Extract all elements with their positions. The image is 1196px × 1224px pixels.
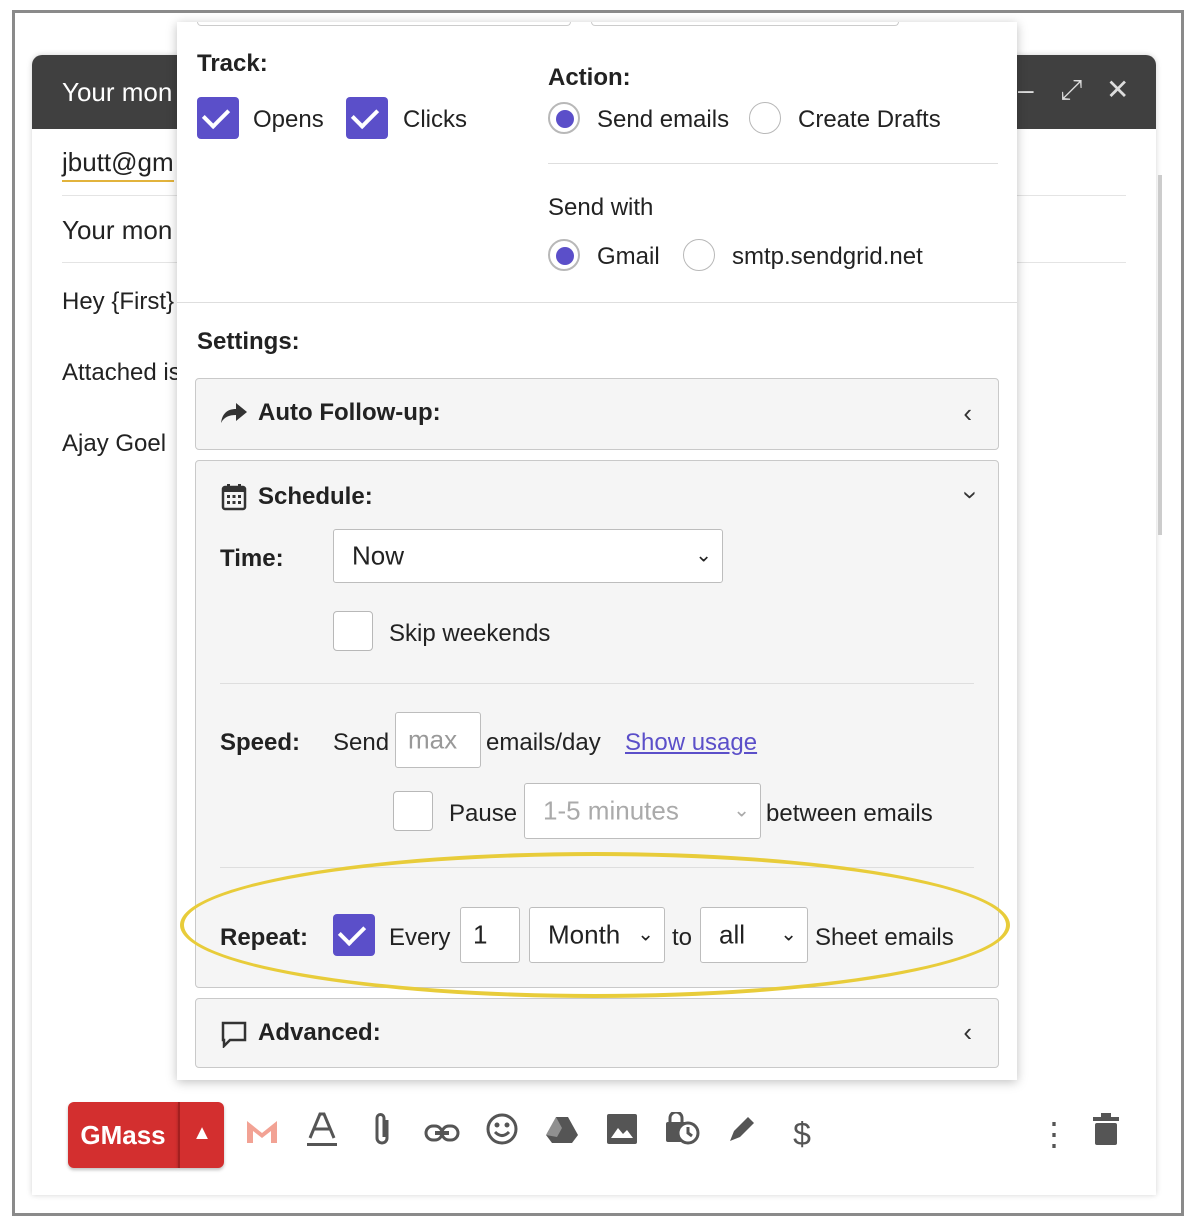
photo-icon[interactable] <box>602 1112 642 1156</box>
pause-label: Pause <box>449 800 518 827</box>
gmail-label: Gmail <box>597 243 660 270</box>
chevron-down-icon: ⌄ <box>733 799 750 822</box>
opens-label: Opens <box>253 106 324 133</box>
speed-label: Speed: <box>220 729 301 756</box>
clicks-checkbox[interactable] <box>346 97 388 139</box>
gmail-radio[interactable] <box>548 239 580 271</box>
repeat-label: Repeat: <box>220 924 309 951</box>
track-heading: Track: <box>197 50 268 77</box>
trash-icon[interactable] <box>1086 1112 1126 1156</box>
repeat-interval-value: 1 <box>473 919 488 950</box>
gmass-button[interactable]: GMass <box>68 1102 178 1168</box>
chevron-left-icon[interactable]: ‹ <box>963 1018 972 1046</box>
repeat-target-select[interactable]: all ⌄ <box>700 907 808 963</box>
pause-checkbox[interactable] <box>393 791 433 831</box>
create-drafts-radio[interactable] <box>749 102 781 134</box>
action-heading: Action: <box>548 64 631 91</box>
calendar-icon <box>220 483 248 511</box>
expand-icon[interactable]: ⤢ <box>1060 75 1082 105</box>
smtp-radio[interactable] <box>683 239 715 271</box>
time-select[interactable]: Now ⌄ <box>333 529 723 583</box>
schedule-panel: Schedule: ‹ Time: Now ⌄ Skip weekends Sp… <box>195 460 999 988</box>
repeat-checkbox[interactable] <box>333 914 375 956</box>
body-line[interactable]: Attached is <box>62 359 181 387</box>
subject-field[interactable]: Your mon <box>62 215 172 246</box>
max-placeholder: max <box>408 724 458 755</box>
send-with-heading: Send with <box>548 194 654 221</box>
divider <box>220 683 974 684</box>
chevron-down-icon[interactable]: ‹ <box>953 491 983 500</box>
divider <box>177 302 1017 303</box>
send-emails-label: Send emails <box>597 106 730 133</box>
skip-weekends-checkbox[interactable] <box>333 611 373 651</box>
schedule-title: Schedule: <box>258 483 373 510</box>
field-stub <box>197 22 571 26</box>
divider <box>548 163 998 164</box>
signature-icon[interactable] <box>722 1112 762 1156</box>
repeat-target-value: all <box>719 919 746 950</box>
show-usage-link[interactable]: Show usage <box>625 729 757 757</box>
confidential-mode-icon[interactable] <box>662 1110 702 1156</box>
skip-weekends-label: Skip weekends <box>389 620 551 647</box>
sheet-emails-label: Sheet emails <box>815 924 954 951</box>
create-drafts-label: Create Drafts <box>798 106 941 133</box>
time-label: Time: <box>220 545 284 572</box>
max-emails-input[interactable]: max <box>395 712 481 768</box>
body-line[interactable]: Hey {First} <box>62 288 174 316</box>
link-icon[interactable] <box>422 1112 462 1156</box>
send-label: Send <box>333 729 390 756</box>
send-emails-radio[interactable] <box>548 102 580 134</box>
drive-icon[interactable] <box>542 1112 582 1156</box>
auto-followup-title: Auto Follow-up: <box>258 399 441 426</box>
pause-duration-value: 1-5 minutes <box>543 795 679 826</box>
pause-duration-select[interactable]: 1-5 minutes ⌄ <box>524 783 761 839</box>
repeat-interval-input[interactable]: 1 <box>460 907 520 963</box>
divider <box>220 867 974 868</box>
format-text-icon[interactable] <box>302 1112 342 1156</box>
compose-title: Your mon <box>62 77 173 107</box>
dollar-icon[interactable]: $ <box>782 1112 822 1156</box>
scrollbar[interactable] <box>1158 175 1162 535</box>
gmass-settings-popup: Track: Opens Clicks Action: Send emails … <box>177 22 1017 1080</box>
close-icon[interactable]: ✕ <box>1106 75 1129 105</box>
every-label: Every <box>389 924 451 951</box>
settings-heading: Settings: <box>197 328 300 355</box>
more-options-icon[interactable]: ⋮ <box>1034 1112 1074 1156</box>
advanced-panel[interactable]: Advanced: ‹ <box>195 998 999 1068</box>
chevron-down-icon: ⌄ <box>695 544 712 567</box>
minimize-icon[interactable]: – <box>1018 75 1034 105</box>
repeat-period-value: Month <box>548 919 621 950</box>
body-line[interactable]: Ajay Goel <box>62 430 166 458</box>
chevron-down-icon: ⌄ <box>637 923 654 946</box>
advanced-title: Advanced: <box>258 1019 381 1046</box>
gmass-m-icon[interactable] <box>242 1112 282 1156</box>
auto-followup-panel[interactable]: Auto Follow-up: ‹ <box>195 378 999 450</box>
opens-checkbox[interactable] <box>197 97 239 139</box>
emails-per-day-label: emails/day <box>486 729 601 756</box>
repeat-period-select[interactable]: Month ⌄ <box>529 907 665 963</box>
comment-icon <box>220 1020 248 1050</box>
time-select-value: Now <box>352 540 405 571</box>
share-arrow-icon <box>220 401 248 429</box>
clicks-label: Clicks <box>403 106 467 133</box>
chevron-down-icon: ⌄ <box>780 923 797 946</box>
field-stub <box>591 22 899 26</box>
emoji-icon[interactable] <box>482 1112 522 1156</box>
to-field[interactable]: jbutt@gm <box>62 147 174 182</box>
attach-icon[interactable] <box>362 1112 402 1156</box>
between-emails-label: between emails <box>766 800 933 827</box>
gmass-settings-arrow[interactable]: ▲ <box>178 1102 224 1168</box>
chevron-left-icon[interactable]: ‹ <box>963 399 972 427</box>
to-label: to <box>672 924 693 951</box>
smtp-label: smtp.sendgrid.net <box>732 243 923 270</box>
